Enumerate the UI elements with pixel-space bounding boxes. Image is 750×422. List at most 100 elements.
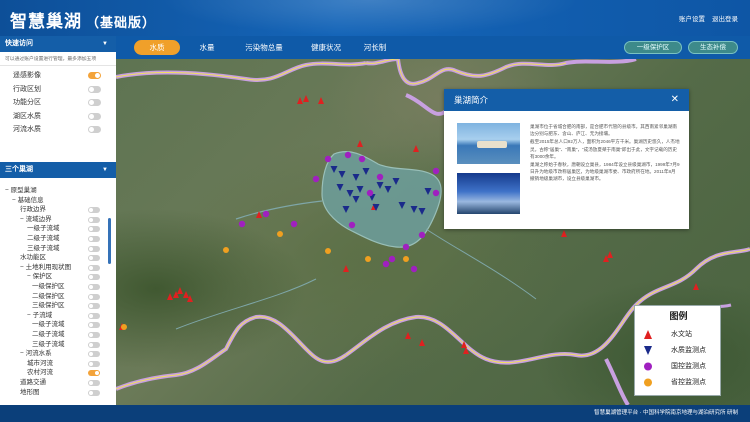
tab-health-status[interactable]: 健康状况 [304, 40, 348, 55]
hydrological-station-marker[interactable] [357, 140, 363, 147]
national-monitoring-marker[interactable] [348, 221, 356, 229]
account-settings-link[interactable]: 账户设置 [679, 13, 705, 23]
toggle-switch[interactable] [88, 72, 101, 79]
national-monitoring-marker[interactable] [402, 243, 410, 251]
tab-water-quality[interactable]: 水质 [134, 40, 180, 55]
toggle-switch[interactable] [88, 332, 100, 338]
national-monitoring-marker[interactable] [366, 189, 374, 197]
toggle-switch[interactable] [88, 284, 100, 290]
toggle-switch[interactable] [88, 226, 100, 233]
tree-item[interactable]: 农村河流 [0, 368, 116, 378]
close-icon[interactable]: ✕ [671, 89, 679, 111]
hydrological-station-marker[interactable] [303, 95, 309, 102]
toggle-switch[interactable] [88, 380, 100, 386]
national-monitoring-marker[interactable] [432, 167, 440, 175]
hydrological-station-marker[interactable] [405, 332, 411, 339]
tree-item[interactable]: 一级保护区 [0, 282, 116, 292]
national-monitoring-marker[interactable] [290, 220, 298, 228]
tree-item[interactable]: 三级保护区 [0, 301, 116, 311]
national-monitoring-marker[interactable] [358, 155, 366, 163]
tree-item[interactable]: 行政边界 [0, 205, 116, 215]
toggle-switch[interactable] [88, 341, 100, 348]
tree-item[interactable]: 道路交通 [0, 378, 116, 388]
toggle-switch[interactable] [88, 293, 100, 300]
tree-item[interactable]: 二级子流域 [0, 330, 116, 340]
toggle-switch[interactable] [88, 274, 100, 281]
toggle-switch[interactable] [88, 351, 100, 358]
provincial-monitoring-marker[interactable] [121, 324, 127, 330]
toggle-switch[interactable] [88, 207, 100, 214]
toggle-switch[interactable] [88, 360, 100, 367]
tab-pollutant-total[interactable]: 污染物总量 [234, 40, 294, 55]
toggle-switch[interactable] [88, 264, 100, 271]
map-view[interactable]: 巢湖简介 ✕ 巢湖市位于省城合肥的南部，是合肥市代管的县级市。其西南紧邻巢湖南边… [116, 59, 750, 405]
tree-item[interactable]: − 基础信息 [0, 196, 116, 206]
national-monitoring-marker[interactable] [388, 255, 396, 263]
tree-item[interactable]: 二级保护区 [0, 292, 116, 302]
tree-item[interactable]: − 土地利用现状图 [0, 263, 116, 273]
toggle-switch[interactable] [88, 216, 100, 223]
national-monitoring-marker[interactable] [324, 155, 332, 163]
tree-item[interactable]: − 子流域 [0, 311, 116, 321]
tree-item[interactable]: 三级子流域 [0, 244, 116, 254]
tree-item[interactable]: − 流域边界 [0, 215, 116, 225]
tree-item[interactable]: − 河流水系 [0, 349, 116, 359]
tree-item[interactable]: − 保护区 [0, 272, 116, 282]
tab-water-quantity[interactable]: 水量 [192, 40, 222, 55]
toggle-switch[interactable] [88, 99, 101, 107]
primary-protection-zone-button[interactable]: 一级保护区 [624, 41, 682, 54]
hydrological-station-marker[interactable] [607, 251, 613, 258]
toggle-switch[interactable] [88, 389, 100, 396]
national-monitoring-marker[interactable] [376, 173, 384, 181]
toggle-switch[interactable] [88, 85, 101, 93]
chevron-down-icon[interactable]: ▼ [102, 36, 108, 52]
hydrological-station-marker[interactable] [183, 291, 189, 298]
quick-access-header[interactable]: 快速访问 ▼ [0, 36, 116, 52]
tab-river-chief[interactable]: 河长制 [358, 40, 392, 55]
provincial-monitoring-marker[interactable] [403, 256, 409, 262]
provincial-monitoring-marker[interactable] [325, 248, 331, 254]
national-monitoring-marker[interactable] [262, 210, 270, 218]
chevron-down-icon[interactable]: ▼ [102, 162, 108, 178]
hydrological-station-marker[interactable] [167, 293, 173, 300]
toggle-switch[interactable] [88, 255, 100, 262]
tree-item[interactable]: 城市河流 [0, 359, 116, 369]
logout-link[interactable]: 退出登录 [712, 13, 738, 23]
provincial-monitoring-marker[interactable] [365, 256, 371, 262]
national-monitoring-marker[interactable] [344, 151, 352, 159]
hydrological-station-marker[interactable] [297, 97, 303, 104]
toggle-switch[interactable] [88, 112, 101, 120]
national-monitoring-marker[interactable] [312, 175, 320, 183]
toggle-switch[interactable] [88, 236, 100, 242]
tree-item[interactable]: 二级子流域 [0, 234, 116, 244]
hydrological-station-marker[interactable] [177, 287, 183, 294]
tree-item[interactable]: 一级子流域 [0, 320, 116, 330]
national-monitoring-marker[interactable] [418, 231, 426, 239]
tree-item[interactable]: 三级子流域 [0, 340, 116, 350]
toggle-switch[interactable] [88, 303, 100, 310]
tree-item[interactable]: 一级子流域 [0, 224, 116, 234]
national-monitoring-marker[interactable] [432, 189, 440, 197]
hydrological-station-marker[interactable] [561, 230, 567, 237]
toggle-switch[interactable] [88, 370, 100, 377]
national-monitoring-marker[interactable] [410, 265, 418, 273]
toggle-switch[interactable] [88, 245, 100, 252]
tree-item[interactable]: − 原型巢湖 [0, 186, 116, 196]
tree-item[interactable]: 水功能区 [0, 253, 116, 263]
national-monitoring-marker[interactable] [382, 260, 390, 268]
eco-compensation-button[interactable]: 生态补偿 [688, 41, 738, 54]
tree-item[interactable]: 地形图 [0, 388, 116, 398]
toggle-switch[interactable] [88, 126, 101, 134]
hydrological-station-marker[interactable] [419, 339, 425, 346]
provincial-monitoring-marker[interactable] [277, 231, 283, 237]
toggle-switch[interactable] [88, 312, 100, 319]
hydrological-station-marker[interactable] [343, 265, 349, 272]
sidebar-scrollbar[interactable] [108, 218, 111, 264]
national-monitoring-marker[interactable] [238, 220, 246, 228]
hydrological-station-marker[interactable] [693, 283, 699, 290]
provincial-monitoring-marker[interactable] [223, 247, 229, 253]
toggle-switch[interactable] [88, 322, 100, 329]
three-lakes-header[interactable]: 三个巢湖 ▼ [0, 162, 116, 178]
hydrological-station-marker[interactable] [318, 97, 324, 104]
hydrological-station-marker[interactable] [413, 145, 419, 152]
